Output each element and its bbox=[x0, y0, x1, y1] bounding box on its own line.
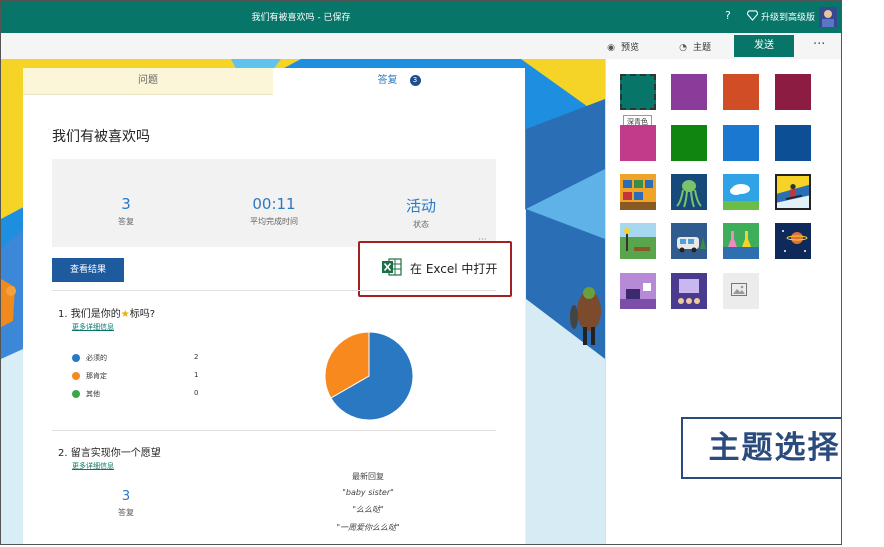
stat-avg-time: 00:11 平均完成时间 bbox=[214, 195, 334, 227]
app-window: 我们有被喜欢吗 - 已保存 ? 升级到高级版 ◉ 预览 ◔ 主题 发送 ··· bbox=[0, 0, 842, 545]
top-bar: 我们有被喜欢吗 - 已保存 ? 升级到高级版 bbox=[1, 1, 841, 33]
legend-dot bbox=[72, 354, 80, 362]
theme-image-space[interactable] bbox=[775, 223, 811, 259]
stat-value: 00:11 bbox=[252, 195, 296, 213]
theme-image-lab[interactable] bbox=[723, 223, 759, 259]
q2-response-count: 3 答复 bbox=[105, 489, 147, 518]
theme-image-sky[interactable] bbox=[723, 174, 759, 210]
legend-count: 1 bbox=[194, 371, 199, 379]
question-2-title: 2. 留言实现你一个愿望 bbox=[58, 444, 161, 459]
summary-panel: 3 答复 00:11 平均完成时间 活动 状态 bbox=[52, 159, 496, 247]
responses-card: 问题 答复 3 我们有被喜欢吗 3 答复 00:11 平均完成时间 活动 状态 ·… bbox=[23, 68, 525, 544]
latest-responses-header: 最新回复 bbox=[352, 472, 384, 481]
stat-value: 活动 bbox=[405, 197, 436, 215]
more-options-button[interactable]: ··· bbox=[813, 37, 825, 52]
stat-label: 答复 bbox=[118, 508, 134, 517]
theme-image-van[interactable] bbox=[671, 223, 707, 259]
theme-image-presentation[interactable] bbox=[671, 273, 707, 309]
question-1-title: 1. 我们是你的★标吗? bbox=[58, 305, 155, 320]
theme-swatch-blue[interactable] bbox=[723, 125, 759, 161]
divider bbox=[52, 290, 496, 291]
legend-item: 必须的 2 bbox=[72, 353, 198, 363]
stat-status: 活动 状态 bbox=[361, 195, 481, 230]
open-in-excel-button[interactable]: 在 Excel 中打开 bbox=[358, 241, 512, 297]
help-button[interactable]: ? bbox=[725, 9, 731, 22]
theme-image-octopus[interactable] bbox=[671, 174, 707, 210]
theme-swatch-purple[interactable] bbox=[671, 74, 707, 110]
theme-swatch-green[interactable] bbox=[671, 125, 707, 161]
theme-selection-callout: 主题选择 bbox=[681, 417, 841, 479]
theme-button[interactable]: ◔ 主题 bbox=[677, 40, 711, 53]
theme-image-snowboard[interactable] bbox=[775, 174, 811, 210]
upgrade-link[interactable]: 升级到高级版 bbox=[761, 10, 815, 23]
legend-label: 其他 bbox=[86, 390, 100, 398]
theme-image-room[interactable] bbox=[620, 273, 656, 309]
document-title: 我们有被喜欢吗 - 已保存 bbox=[251, 13, 351, 23]
theme-swatch-orange[interactable] bbox=[723, 74, 759, 110]
star-icon: ★ bbox=[120, 309, 130, 320]
response-text: "么么哒" bbox=[352, 505, 384, 514]
stat-label: 状态 bbox=[413, 220, 429, 229]
tab-bar: 问题 答复 3 bbox=[23, 68, 525, 95]
theme-image-blocks[interactable] bbox=[620, 174, 656, 210]
latest-responses: 最新回复 "baby sister" "么么哒" "一周爱你么么哒" bbox=[313, 471, 423, 540]
theme-swatch-dark-blue[interactable] bbox=[775, 125, 811, 161]
legend-dot bbox=[72, 390, 80, 398]
send-button[interactable]: 发送 bbox=[734, 35, 794, 57]
q1-pie-chart bbox=[325, 332, 413, 420]
theme-swatch-maroon[interactable] bbox=[775, 74, 811, 110]
theme-label: 主题 bbox=[693, 43, 712, 53]
stat-responses: 3 答复 bbox=[66, 195, 186, 227]
legend-count: 0 bbox=[194, 389, 199, 397]
open-in-excel-label: 在 Excel 中打开 bbox=[410, 262, 498, 276]
question-text: 留言实现你一个愿望 bbox=[70, 448, 161, 459]
view-results-button[interactable]: 查看结果 bbox=[52, 258, 124, 282]
legend-count: 2 bbox=[194, 353, 199, 361]
divider bbox=[52, 430, 496, 431]
response-text: "baby sister" bbox=[342, 488, 394, 497]
stat-label: 平均完成时间 bbox=[250, 217, 298, 226]
image-icon bbox=[731, 283, 747, 296]
tab-questions[interactable]: 问题 bbox=[23, 68, 273, 95]
tab-responses[interactable]: 答复 3 bbox=[273, 68, 525, 94]
question-text-start: 我们是你的 bbox=[70, 309, 121, 320]
stat-value: 3 bbox=[121, 195, 131, 213]
q1-more-details-link[interactable]: 更多详细信息 bbox=[72, 322, 114, 332]
legend-dot bbox=[72, 372, 80, 380]
legend-label: 那肯定 bbox=[86, 372, 107, 380]
question-number: 1. bbox=[58, 309, 68, 320]
eye-icon: ◉ bbox=[607, 43, 615, 53]
palette-icon: ◔ bbox=[679, 43, 687, 53]
action-bar: ◉ 预览 ◔ 主题 发送 ··· bbox=[1, 33, 841, 60]
theme-swatch-teal[interactable] bbox=[619, 73, 657, 111]
response-text: "一周爱你么么哒" bbox=[336, 523, 400, 532]
theme-swatch-magenta[interactable] bbox=[620, 125, 656, 161]
preview-button[interactable]: ◉ 预览 bbox=[605, 40, 639, 53]
question-text-end: 标吗? bbox=[129, 309, 156, 320]
excel-icon bbox=[382, 258, 402, 276]
tab-responses-label: 答复 bbox=[377, 75, 398, 86]
avatar[interactable] bbox=[819, 7, 837, 27]
q2-more-details-link[interactable]: 更多详细信息 bbox=[72, 461, 114, 471]
legend-item: 那肯定 1 bbox=[72, 371, 198, 381]
stat-value: 3 bbox=[121, 489, 131, 504]
stat-label: 答复 bbox=[118, 217, 134, 226]
legend-item: 其他 0 bbox=[72, 389, 198, 399]
legend-label: 必须的 bbox=[86, 354, 107, 362]
diamond-icon bbox=[747, 10, 758, 21]
theme-image-park[interactable] bbox=[620, 223, 656, 259]
question-number: 2. bbox=[58, 448, 68, 459]
form-title: 我们有被喜欢吗 bbox=[52, 129, 150, 145]
preview-label: 预览 bbox=[621, 43, 640, 53]
response-count-badge: 3 bbox=[409, 74, 421, 86]
